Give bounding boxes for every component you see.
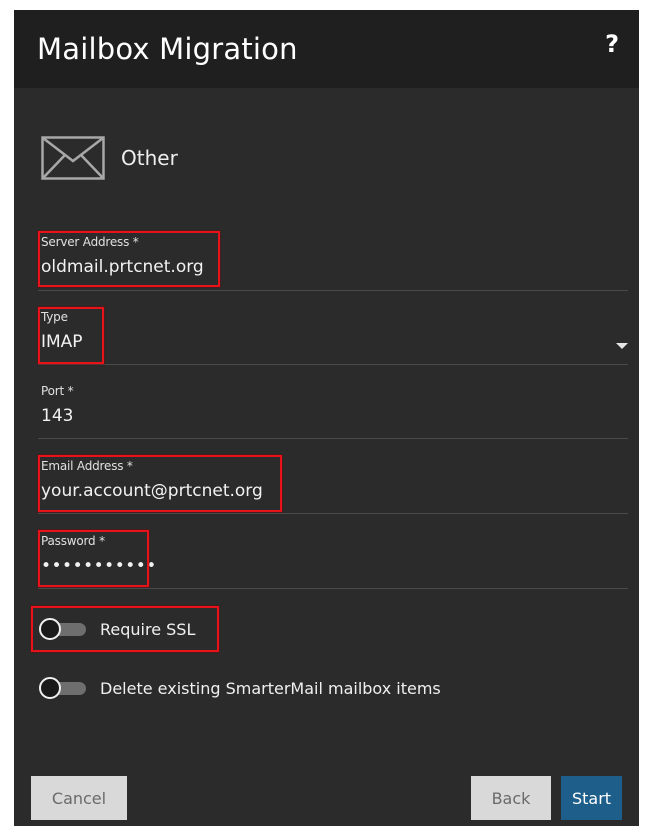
dialog-header: Mailbox Migration ?	[14, 10, 639, 88]
start-button[interactable]: Start	[561, 776, 622, 820]
provider-selection: Other	[41, 136, 178, 180]
email-address-label: Email Address *	[41, 459, 133, 473]
delete-existing-row: Delete existing SmarterMail mailbox item…	[38, 673, 441, 703]
require-ssl-label: Require SSL	[100, 619, 196, 639]
password-input[interactable]: •••••••••••	[41, 556, 601, 576]
email-address-input[interactable]	[41, 481, 601, 501]
mailbox-migration-dialog: Mailbox Migration ? Other Server Address…	[14, 10, 639, 826]
server-address-field[interactable]: Server Address *	[38, 235, 628, 291]
dialog-title: Mailbox Migration	[37, 32, 298, 66]
back-button[interactable]: Back	[471, 776, 551, 820]
delete-existing-label: Delete existing SmarterMail mailbox item…	[100, 678, 441, 698]
help-button[interactable]: ?	[605, 30, 619, 58]
envelope-icon	[41, 136, 105, 180]
password-field[interactable]: Password * •••••••••••	[38, 534, 628, 589]
port-field[interactable]: Port *	[38, 384, 628, 439]
email-address-field[interactable]: Email Address *	[38, 459, 628, 514]
type-field[interactable]: Type IMAP	[38, 310, 628, 365]
delete-existing-toggle[interactable]	[38, 677, 88, 699]
type-select-value[interactable]: IMAP	[41, 332, 601, 352]
port-label: Port *	[41, 384, 74, 398]
toggle-knob	[39, 618, 61, 640]
chevron-down-icon[interactable]	[616, 343, 628, 349]
server-address-input[interactable]	[41, 257, 601, 277]
password-label: Password *	[41, 534, 105, 548]
cancel-button[interactable]: Cancel	[31, 776, 127, 820]
type-label: Type	[41, 310, 68, 324]
require-ssl-toggle[interactable]	[38, 618, 88, 640]
provider-label: Other	[121, 146, 178, 170]
require-ssl-row: Require SSL	[38, 614, 195, 644]
toggle-knob	[39, 677, 61, 699]
server-address-label: Server Address *	[41, 235, 139, 249]
port-input[interactable]	[41, 406, 601, 426]
